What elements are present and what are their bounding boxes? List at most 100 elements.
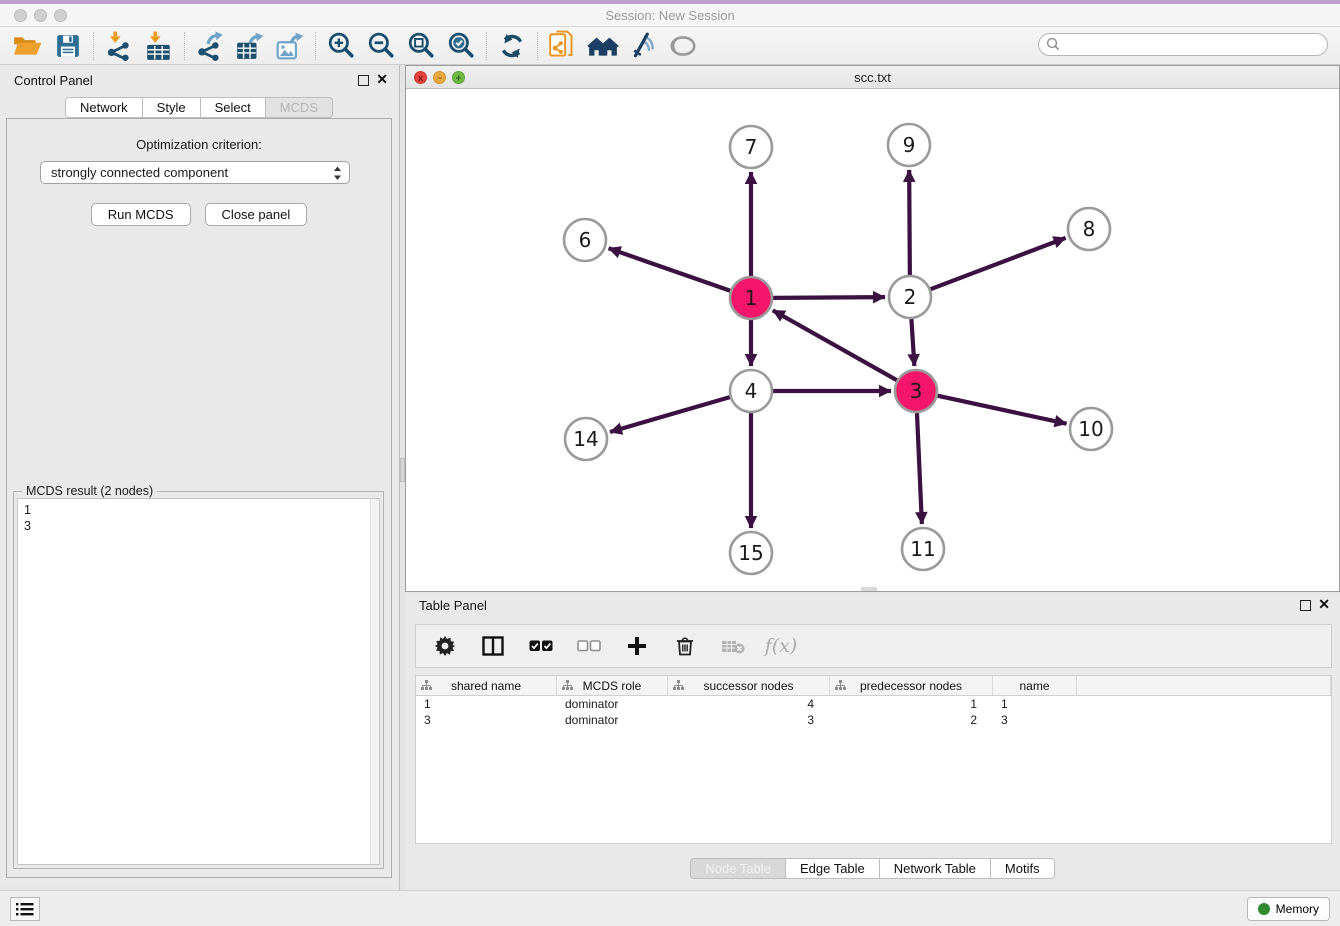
column-header-shared-name[interactable]: shared name — [416, 676, 557, 695]
hierarchy-icon — [673, 680, 684, 691]
export-network-button[interactable] — [190, 29, 230, 63]
column-header-name[interactable]: name — [993, 676, 1077, 695]
zoom-in-button[interactable] — [321, 29, 361, 63]
tab-network[interactable]: Network — [65, 97, 143, 118]
table-cell[interactable]: 4 — [668, 696, 830, 712]
canvas-scroll-handle[interactable] — [861, 587, 877, 591]
memory-button[interactable]: Memory — [1247, 897, 1330, 921]
close-panel-button[interactable]: Close panel — [205, 203, 308, 226]
function-builder-button[interactable]: f(x) — [768, 631, 794, 661]
graph-node-3[interactable]: 3 — [895, 370, 937, 412]
minimize-window-button[interactable] — [34, 9, 47, 22]
result-scrollbar[interactable] — [370, 499, 379, 864]
optimization-criterion-dropdown[interactable]: strongly connected component — [40, 161, 350, 184]
graph-node-8[interactable]: 8 — [1068, 208, 1110, 250]
export-image-button[interactable] — [270, 29, 310, 63]
table-cell[interactable]: 1 — [830, 696, 993, 712]
toolbar-separator — [93, 32, 94, 60]
graph-node-7[interactable]: 7 — [730, 126, 772, 168]
zoom-out-button[interactable] — [361, 29, 401, 63]
table-cell[interactable]: dominator — [557, 696, 668, 712]
table-cell[interactable]: 2 — [830, 712, 993, 728]
close-table-panel-icon[interactable]: ✕ — [1318, 597, 1330, 611]
node-label: 7 — [745, 135, 758, 159]
column-header-predecessor-nodes[interactable]: predecessor nodes — [830, 676, 993, 695]
node-table[interactable]: shared nameMCDS rolesuccessor nodesprede… — [415, 675, 1332, 844]
column-header-MCDS-role[interactable]: MCDS role — [557, 676, 668, 695]
delete-table-button[interactable] — [720, 631, 746, 661]
trash-icon — [676, 636, 694, 656]
network-canvas[interactable]: 1 2 3 4 6 7 8 9 10 11 14 15 — [406, 89, 1339, 591]
run-mcds-button[interactable]: Run MCDS — [91, 203, 191, 226]
save-session-button[interactable] — [48, 29, 88, 63]
float-table-panel-icon[interactable] — [1300, 600, 1311, 611]
zoom-selected-icon — [447, 32, 475, 60]
close-panel-icon[interactable]: ✕ — [376, 72, 388, 86]
tab-edge-table[interactable]: Edge Table — [786, 858, 880, 879]
open-session-button[interactable] — [8, 29, 48, 63]
import-table-button[interactable] — [139, 29, 179, 63]
edge-4-14[interactable] — [610, 397, 730, 432]
export-table-button[interactable] — [230, 29, 270, 63]
node-label: 14 — [573, 427, 598, 451]
tab-motifs[interactable]: Motifs — [991, 858, 1055, 879]
zoom-selected-button[interactable] — [441, 29, 481, 63]
network-window-titlebar[interactable]: x − + scc.txt — [406, 66, 1339, 89]
tab-style[interactable]: Style — [143, 97, 201, 118]
float-panel-icon[interactable] — [358, 75, 369, 86]
tab-network-table[interactable]: Network Table — [880, 858, 991, 879]
home-button[interactable] — [583, 29, 623, 63]
maximize-window-button[interactable] — [54, 9, 67, 22]
show-graphics-details-button[interactable] — [623, 29, 663, 63]
edge-2-8[interactable] — [931, 238, 1066, 289]
graph-node-15[interactable]: 15 — [730, 532, 772, 574]
table-cell[interactable]: 1 — [993, 696, 1077, 712]
graph-node-4[interactable]: 4 — [730, 370, 772, 412]
select-all-checks-button[interactable] — [528, 631, 554, 661]
hierarchy-icon — [835, 680, 846, 691]
graph-node-2[interactable]: 2 — [889, 276, 931, 318]
add-column-button[interactable] — [624, 631, 650, 661]
graph-node-6[interactable]: 6 — [564, 219, 606, 261]
tab-node-table[interactable]: Node Table — [690, 858, 786, 879]
graph-node-11[interactable]: 11 — [902, 528, 944, 570]
edge-2-9[interactable] — [909, 170, 910, 275]
edge-2-3[interactable] — [911, 319, 914, 366]
import-network-icon — [104, 31, 134, 61]
node-label: 8 — [1083, 217, 1096, 241]
close-window-button[interactable] — [14, 9, 27, 22]
tab-select[interactable]: Select — [201, 97, 266, 118]
graph-node-9[interactable]: 9 — [888, 124, 930, 166]
graph-node-14[interactable]: 14 — [565, 418, 607, 460]
table-cell[interactable]: 3 — [668, 712, 830, 728]
graph-node-10[interactable]: 10 — [1070, 408, 1112, 450]
table-cell[interactable]: 1 — [416, 696, 557, 712]
mcds-result-textarea[interactable]: 1 3 — [17, 498, 380, 865]
mcds-buttons-row: Run MCDS Close panel — [7, 203, 391, 226]
apply-layout-button[interactable] — [492, 29, 532, 63]
table-cell[interactable]: 3 — [416, 712, 557, 728]
column-settings-button[interactable] — [432, 631, 458, 661]
table-row[interactable]: 1dominator411 — [416, 696, 1331, 712]
edge-1-6[interactable] — [609, 248, 731, 290]
merge-columns-button[interactable] — [480, 631, 506, 661]
table-cell[interactable]: dominator — [557, 712, 668, 728]
clone-network-button[interactable] — [543, 29, 583, 63]
zoom-fit-button[interactable] — [401, 29, 441, 63]
import-network-button[interactable] — [99, 29, 139, 63]
graph-node-1[interactable]: 1 — [730, 277, 772, 319]
edge-1-2[interactable] — [773, 297, 885, 298]
clear-all-checks-button[interactable] — [576, 631, 602, 661]
table-cell[interactable]: 3 — [993, 712, 1077, 728]
birds-eye-view-button[interactable] — [663, 29, 703, 63]
edge-3-11[interactable] — [917, 413, 922, 524]
column-header-successor-nodes[interactable]: successor nodes — [668, 676, 830, 695]
tab-mcds[interactable]: MCDS — [266, 97, 333, 118]
edge-3-10[interactable] — [937, 396, 1066, 424]
table-row[interactable]: 3dominator323 — [416, 712, 1331, 728]
task-history-button[interactable] — [10, 897, 40, 921]
delete-column-button[interactable] — [672, 631, 698, 661]
edge-3-1[interactable] — [773, 310, 897, 380]
search-input[interactable] — [1038, 33, 1328, 56]
mcds-result-group: MCDS result (2 nodes) 1 3 — [13, 491, 384, 869]
